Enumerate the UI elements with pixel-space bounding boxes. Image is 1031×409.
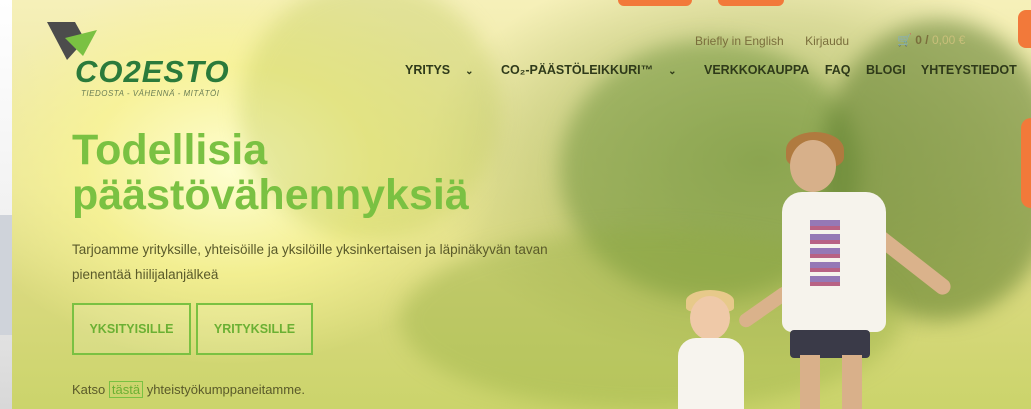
private-customers-button[interactable]: YKSITYISILLE	[72, 303, 191, 355]
woman-shorts	[790, 330, 870, 358]
orange-decoration	[618, 0, 692, 6]
child-body	[678, 338, 744, 409]
partners-suffix: yhteistyökumppaneitamme.	[146, 382, 305, 397]
orange-decoration	[718, 0, 784, 6]
woman-head	[790, 140, 836, 192]
nav-item-faq[interactable]: FAQ	[825, 63, 851, 77]
login-link[interactable]: Kirjaudu	[805, 34, 849, 48]
chevron-down-icon: ⌄	[668, 66, 677, 77]
nav-label: CO₂-PÄÄSTÖLEIKKURI™	[501, 63, 654, 77]
nav-label: YRITYS	[405, 63, 451, 77]
hero-subtext: Tarjoamme yrityksille, yhteisöille ja yk…	[72, 242, 548, 282]
nav-item-verkkokauppa[interactable]: VERKKOKAUPPA	[704, 63, 809, 77]
business-customers-button[interactable]: YRITYKSILLE	[196, 303, 313, 355]
left-edge-frame	[0, 0, 12, 409]
left-edge-frame	[0, 215, 12, 335]
nav-item-yritys[interactable]: YRITYS ⌄	[405, 63, 486, 77]
logo-text: CO2ESTO	[75, 54, 230, 89]
partners-prefix: Katso	[72, 382, 106, 397]
logo-tagline: TIEDOSTA - VÄHENNÄ - MITÄTÖI	[81, 89, 220, 98]
headline-line-2: päästövähennyksiä	[72, 171, 469, 219]
cart-total: 0,00 €	[931, 33, 966, 47]
woman-leg	[800, 355, 820, 409]
child-head	[690, 296, 730, 340]
nav-item-paastoleikkuri[interactable]: CO₂-PÄÄSTÖLEIKKURI™ ⌄	[501, 63, 688, 77]
partners-link[interactable]: tästä	[108, 381, 144, 398]
partners-text: Katso tästä yhteistyökumppaneitamme.	[72, 381, 305, 398]
nav-item-blogi[interactable]: BLOGI	[866, 63, 906, 77]
nav-item-yhteystiedot[interactable]: YHTEYSTIEDOT	[921, 63, 1017, 77]
headline-line-1: Todellisia	[72, 126, 268, 174]
english-link[interactable]: Briefly in English	[695, 34, 784, 48]
orange-decoration	[1018, 10, 1031, 48]
hero-headline: Todellisia päästövähennyksiä	[72, 128, 469, 218]
main-nav: YRITYS ⌄ CO₂-PÄÄSTÖLEIKKURI™ ⌄ VERKKOKAUPP…	[405, 63, 1029, 77]
logo[interactable]: CO2ESTO TIEDOSTA - VÄHENNÄ - MITÄTÖI	[45, 20, 229, 100]
top-links: Briefly in English Kirjaudu	[695, 34, 867, 48]
chevron-down-icon: ⌄	[465, 66, 474, 77]
orange-decoration	[1021, 118, 1031, 208]
cart-link[interactable]: 🛒 0 / 0,00 €	[897, 33, 965, 47]
woman-leg	[842, 355, 862, 409]
embroidery	[810, 220, 840, 290]
cart-count: 0 /	[915, 33, 929, 47]
cart-icon: 🛒	[897, 33, 912, 47]
